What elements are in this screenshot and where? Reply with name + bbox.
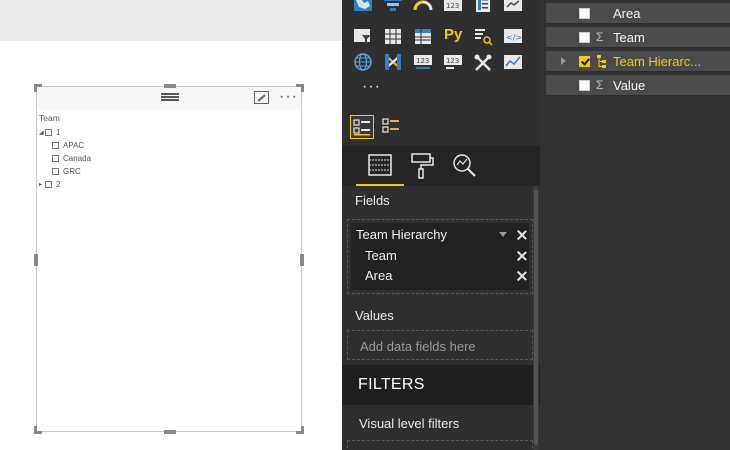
svg-text:</>: </> [506, 33, 522, 42]
build-visual-button[interactable] [350, 115, 374, 139]
python-label: Py [444, 26, 463, 43]
funnel-viz-icon[interactable] [382, 0, 404, 14]
hierarchy-icon [597, 55, 607, 68]
table-viz-icon[interactable] [382, 26, 404, 46]
field-checkbox[interactable] [579, 8, 590, 19]
field-row-value[interactable]: Σ Value [546, 75, 730, 96]
remove-team-icon[interactable] [517, 251, 527, 261]
tab-format[interactable] [402, 146, 442, 186]
resize-handle-bottom-right[interactable] [296, 426, 304, 434]
resize-handle-left[interactable] [34, 254, 38, 266]
gauge-viz-icon[interactable] [412, 0, 434, 14]
map-viz-icon[interactable] [352, 0, 374, 14]
resize-handle-right[interactable] [300, 254, 304, 266]
card-viz-icon[interactable]: 123 [442, 0, 464, 14]
card-123-alt-viz-icon[interactable]: 123 [442, 52, 464, 72]
slicer-item[interactable]: ◢ 1 [39, 126, 91, 139]
slicer-item[interactable]: APAC [52, 139, 91, 152]
filters-title: FILTERS [358, 376, 425, 393]
visual-filters-well[interactable] [347, 440, 533, 450]
field-row-area[interactable]: Area [546, 3, 730, 24]
slicer-item[interactable]: GRC [52, 165, 91, 178]
slicer-item[interactable]: ▸ 2 [39, 178, 91, 191]
field-label: Team Hierarc... [613, 54, 702, 69]
field-label: Area [613, 6, 641, 21]
values-placeholder: Add data fields here [360, 339, 476, 354]
expand-arrow-icon[interactable] [561, 57, 566, 65]
field-checkbox[interactable] [579, 80, 590, 91]
slicer-viz-icon[interactable] [352, 26, 374, 46]
dropdown-icon[interactable] [499, 232, 507, 237]
more-visuals-icon[interactable]: ··· [362, 78, 381, 96]
resize-handle-top-left[interactable] [34, 84, 42, 92]
pane-scrollbar-thumb[interactable] [534, 190, 538, 445]
drag-handle-icon[interactable] [161, 93, 179, 101]
slicer-checkbox[interactable] [52, 168, 59, 175]
slicer-item[interactable]: Canada [52, 152, 91, 165]
sigma-icon: Σ [596, 30, 604, 44]
visual-level-filters-title: Visual level filters [359, 416, 460, 431]
field-item-area[interactable]: Area [365, 268, 392, 283]
field-label: Value [613, 78, 646, 93]
slicer-item-label: APAC [63, 141, 85, 150]
report-canvas: ··· Team ◢ 1 APAC Canada GRC ▸ 2 [0, 0, 342, 450]
hierarchy-field[interactable]: Team Hierarchy [356, 227, 447, 242]
field-label: Team [613, 30, 645, 45]
filters-header: FILTERS [342, 365, 540, 405]
svg-text:123: 123 [416, 57, 429, 65]
pane-tabs [342, 146, 540, 186]
resize-handle-bottom[interactable] [164, 430, 176, 434]
field-checkbox[interactable] [579, 32, 590, 43]
slicer-checkbox[interactable] [45, 181, 52, 188]
field-row-team-hierarchy[interactable]: Team Hierarc... [546, 51, 730, 72]
slicer-checkbox[interactable] [45, 129, 52, 136]
slicer-item-label: Canada [63, 154, 92, 163]
fields-panel: Area Σ Team Team Hierarc... Σ Value [540, 0, 730, 450]
sigma-icon: Σ [596, 78, 604, 92]
visualizations-pane: 123 Py </> 123 123 ··· Fields Team Hiera… [342, 0, 540, 450]
slicer-checkbox[interactable] [52, 142, 59, 149]
remove-hierarchy-icon[interactable] [517, 230, 527, 240]
python-visual-icon[interactable]: Py [442, 26, 464, 46]
visual-header: ··· [37, 87, 301, 109]
slicer-checkbox[interactable] [52, 155, 59, 162]
tools-viz-icon[interactable] [472, 52, 494, 72]
resize-handle-bottom-left[interactable] [34, 426, 42, 434]
tab-fields[interactable] [356, 146, 404, 186]
drill-through-button[interactable] [380, 115, 404, 139]
slicer-item-label: 2 [56, 180, 61, 189]
remove-area-icon[interactable] [517, 271, 527, 281]
slicer-item-label: GRC [63, 167, 81, 176]
key-influencers-icon[interactable] [472, 26, 494, 46]
focus-mode-icon[interactable] [254, 91, 269, 104]
kpi-viz-icon[interactable] [502, 0, 524, 14]
custom-visual-code-icon[interactable]: </> [502, 26, 524, 46]
line-chart-viz-icon[interactable] [502, 52, 524, 72]
slicer-list: Team ◢ 1 APAC Canada GRC ▸ 2 [39, 113, 91, 191]
values-well[interactable]: Add data fields here [347, 330, 533, 360]
values-section-title: Values [355, 308, 394, 323]
ribbon-chart-icon[interactable] [382, 52, 404, 72]
matrix-viz-icon[interactable] [412, 26, 434, 46]
svg-text:123: 123 [446, 2, 459, 10]
field-checkbox-checked[interactable] [579, 56, 590, 67]
slicer-item-label: 1 [56, 128, 61, 137]
svg-text:123: 123 [446, 57, 459, 65]
fields-well-inner: Team Hierarchy Team Area [351, 223, 529, 290]
field-row-team[interactable]: Σ Team [546, 27, 730, 48]
fields-section-title: Fields [355, 193, 390, 208]
fields-well[interactable]: Team Hierarchy Team Area [347, 219, 533, 294]
field-item-team[interactable]: Team [365, 248, 397, 263]
slicer-title: Team [39, 113, 60, 123]
multirow-card-viz-icon[interactable] [472, 0, 494, 14]
slicer-visual[interactable]: ··· Team ◢ 1 APAC Canada GRC ▸ 2 [34, 84, 304, 434]
resize-handle-top-right[interactable] [296, 84, 304, 92]
resize-handle-top[interactable] [164, 84, 176, 88]
card-123-viz-icon[interactable]: 123 [412, 52, 434, 72]
globe-map-viz-icon[interactable] [352, 52, 374, 72]
tab-analytics[interactable] [444, 146, 484, 186]
